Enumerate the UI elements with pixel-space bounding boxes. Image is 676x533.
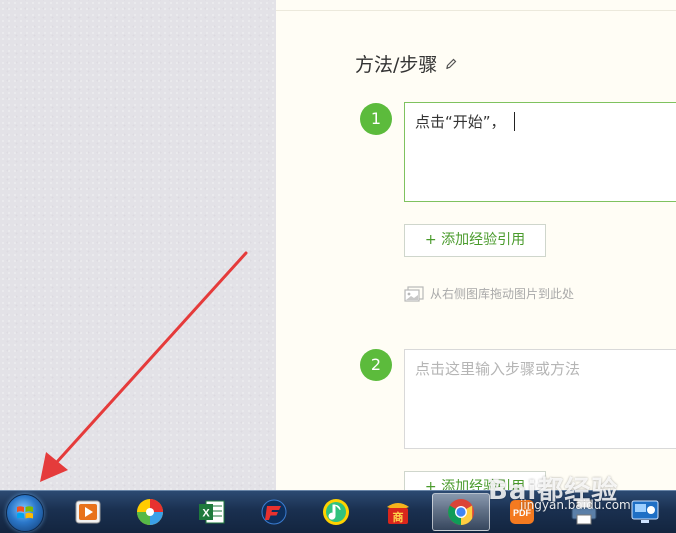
taskbar-app-chrome[interactable] [432,493,490,531]
remote-desktop-icon [631,500,659,523]
chrome-icon [448,499,474,525]
start-button[interactable] [6,494,44,532]
add-reference-button[interactable]: + 添加经验引用 [404,224,546,257]
baidu-watermark-url: jingyan.baidu.com [520,498,631,512]
image-icon [404,285,424,302]
taskbar-app-foxit[interactable] [248,493,300,531]
step-number-badge: 1 [360,103,392,135]
step-1-text: 点击“开始”， [415,113,506,131]
excel-icon-letter: X [202,508,210,520]
step-1-text-input[interactable]: 点击“开始”， [404,102,676,202]
step-number-badge: 2 [360,349,392,381]
pencil-icon[interactable] [445,58,457,70]
desktop-background [0,0,276,490]
taskbar-app-qq-music[interactable] [310,493,362,531]
section-title: 方法/步骤 [355,50,457,77]
taskbar-app-excel[interactable]: X [186,493,238,531]
step-2-placeholder: 点击这里输入步骤或方法 [415,360,581,378]
foxit-icon [261,499,287,525]
drag-image-hint: 从右侧图库拖动图片到此处 [430,287,575,301]
editor-top-divider [276,10,676,11]
media-player-icon [75,500,101,524]
section-title-text: 方法/步骤 [355,54,438,76]
red-packet-icon: 商 [387,503,409,524]
text-caret [513,112,515,131]
taskbar-app-media-player[interactable] [62,493,114,531]
red-packet-icon-label: 商 [393,510,404,524]
colorful-ball-app-icon [137,499,163,525]
excel-icon: X [199,500,225,524]
taskbar-app-red-packet[interactable]: 商 [372,493,424,531]
drag-image-dropzone[interactable]: 从右侧图库拖动图片到此处 [404,285,574,302]
qq-music-icon [323,499,349,525]
windows-logo-icon [17,506,33,519]
editor-panel: 方法/步骤 1 点击“开始”， + 添加经验引用 从右侧图库拖动图片到此处 2 … [276,0,676,490]
step-2-text-input[interactable]: 点击这里输入步骤或方法 [404,349,676,449]
taskbar-app-colorful-ball[interactable] [124,493,176,531]
